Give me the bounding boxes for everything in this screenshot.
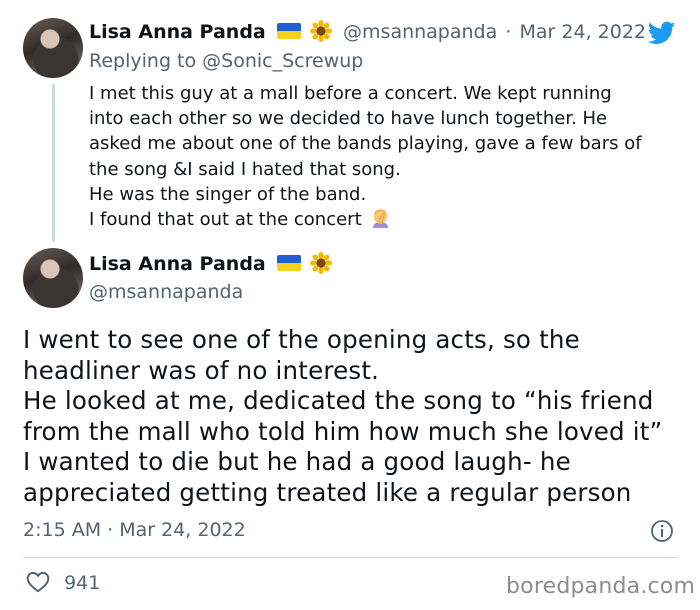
info-icon[interactable] bbox=[650, 519, 674, 543]
like-button[interactable]: 941 bbox=[25, 569, 100, 595]
thread-connector-line bbox=[52, 84, 55, 242]
separator: · bbox=[505, 21, 512, 43]
tweet-timestamp[interactable]: 2:15 AM · Mar 24, 2022 bbox=[23, 519, 246, 541]
display-name[interactable]: Lisa Anna Panda bbox=[89, 21, 266, 43]
tweet2-line: headliner was of no interest. bbox=[23, 355, 380, 385]
handle[interactable]: @msannapanda bbox=[89, 281, 243, 303]
tweet1-line: He was the singer of the band. bbox=[89, 183, 367, 205]
like-count: 941 bbox=[64, 572, 101, 594]
watermark: boredpanda.com bbox=[506, 574, 696, 599]
twitter-bird-icon[interactable] bbox=[646, 19, 678, 47]
ukraine-flag-icon bbox=[276, 23, 301, 39]
replying-to[interactable]: Replying to @Sonic_Screwup bbox=[89, 50, 363, 72]
divider bbox=[23, 557, 677, 558]
tweet1-line: into each other so we decided to have lu… bbox=[89, 108, 608, 130]
tweet1-line: asked me about one of the bands playing,… bbox=[89, 133, 642, 155]
avatar[interactable] bbox=[23, 248, 83, 308]
tweet1-line: I found that out at the concert bbox=[89, 209, 362, 231]
tweet2-body: I went to see one of the opening acts, s… bbox=[23, 325, 662, 509]
tweet2-line: I went to see one of the opening acts, s… bbox=[23, 325, 580, 354]
sunflower-emoji-icon bbox=[309, 252, 332, 274]
tweet2-line: He looked at me, dedicated the song to “… bbox=[23, 386, 654, 416]
tweet2-line: appreciated getting treated like a regul… bbox=[23, 477, 632, 507]
tweet2-line: from the mall who told him how much she … bbox=[23, 416, 663, 446]
facepalm-emoji-icon bbox=[373, 209, 389, 229]
tweet2-line: I wanted to die but he had a good laugh-… bbox=[23, 447, 571, 477]
tweet1-line: I met this guy at a mall before a concer… bbox=[89, 83, 612, 104]
tweet1-line: the song &I said I hated that song. bbox=[89, 158, 401, 180]
ukraine-flag-icon bbox=[276, 255, 301, 271]
handle[interactable]: @msannapanda bbox=[343, 21, 497, 43]
heart-icon bbox=[26, 571, 50, 593]
sunflower-emoji-icon bbox=[309, 20, 332, 42]
tweet2-name-row: Lisa Anna Panda bbox=[89, 252, 332, 275]
tweet-date[interactable]: Mar 24, 2022 bbox=[520, 21, 647, 43]
display-name[interactable]: Lisa Anna Panda bbox=[89, 253, 266, 275]
tweet1-last-line: I found that out at the concert bbox=[89, 207, 642, 232]
tweet1-author-row: Lisa Anna Panda @msannapanda · Mar 24, 2… bbox=[89, 20, 646, 43]
avatar[interactable] bbox=[23, 18, 83, 78]
tweet1-body: I met this guy at a mall before a concer… bbox=[89, 81, 642, 232]
